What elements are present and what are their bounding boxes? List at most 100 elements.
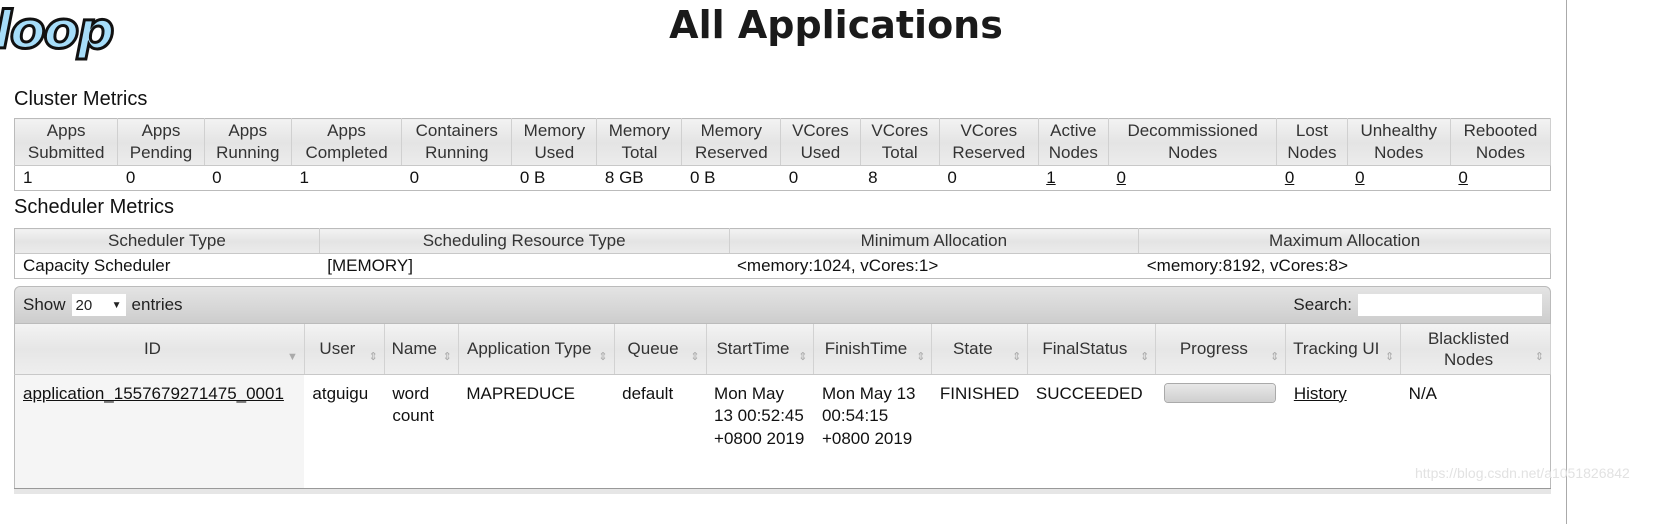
node-count-link[interactable]: 0 (1355, 168, 1364, 187)
scheduler-metric-value: [MEMORY] (319, 253, 729, 279)
entries-value: 20 (75, 296, 93, 314)
node-count-link[interactable]: 0 (1116, 168, 1125, 187)
cluster-metric-value: 0 B (511, 165, 597, 191)
column-header-sortable[interactable]: Queue ⇕ (614, 324, 707, 375)
scheduler-metric-value: <memory:1024, vCores:1> (729, 253, 1139, 279)
scheduler-metric-header: Scheduling Resource Type (319, 228, 730, 254)
sort-icon: ⇕ (1384, 350, 1395, 363)
cluster-metric-value: 0 (780, 165, 861, 191)
header-text: Name (391, 339, 438, 359)
cluster-metric-value: 8 (860, 165, 940, 191)
cluster-metrics-title: Cluster Metrics (14, 88, 148, 110)
cluster-metric-value: 0 B (681, 165, 781, 191)
cluster-metric-header: Apps Submitted (14, 118, 119, 166)
search-input[interactable] (1358, 294, 1542, 316)
cluster-metric-value: 0 (204, 165, 292, 191)
cluster-metric-value: 0 (1347, 165, 1451, 191)
cluster-metric-value: 1 (14, 165, 118, 191)
header-text: VCores (871, 121, 929, 140)
header-text: Application Type (467, 339, 592, 359)
sort-icon: ⇕ (690, 350, 700, 363)
sort-icon: ⇕ (442, 350, 452, 363)
cell-start: Mon May 13 00:52:45 +0800 2019 (714, 383, 805, 448)
header-text: Nodes (1374, 143, 1424, 162)
table-row: application_1557679271475_0001 atguigu wor… (14, 374, 1551, 492)
search-label: Search: (1293, 295, 1352, 314)
column-header-sortable[interactable]: FinalStatus ⇕ (1027, 324, 1157, 375)
column-header-sortable[interactable]: Name ⇕ (384, 324, 459, 375)
header-text: Used (534, 143, 575, 162)
cluster-metric-header: Apps Completed (291, 118, 403, 166)
cluster-metric-header: VCores Used (780, 118, 861, 166)
header-text: Total (621, 143, 658, 162)
header-text: Containers (415, 121, 498, 140)
cell-name: word count (392, 383, 434, 426)
header-text: StartTime (716, 339, 790, 359)
header-text: Apps (327, 121, 366, 140)
cell-state: FINISHED (939, 383, 1020, 403)
header-text: Lost (1295, 121, 1329, 140)
cell-type: MAPREDUCE (466, 383, 575, 403)
column-header-sortable[interactable]: Progress ⇕ (1155, 324, 1287, 375)
header-text: Apps (46, 121, 86, 140)
node-count-link[interactable]: 0 (1458, 168, 1467, 187)
header-text: VCores (960, 121, 1018, 140)
column-header-sortable[interactable]: Blacklisted Nodes ⇕ (1400, 324, 1551, 375)
show-label: Show (23, 295, 66, 314)
cluster-metric-header: VCores Total (860, 118, 940, 166)
sort-icon: ⇕ (1270, 350, 1280, 363)
cluster-metrics-table: Apps Submitted Apps Pending Apps Running Apps C… (14, 118, 1552, 191)
app-id-cell: application_1557679271475_0001 (14, 374, 305, 492)
cluster-metric-header: Apps Running (204, 118, 292, 166)
progress-bar (1163, 382, 1276, 403)
cell-final-status: SUCCEEDED (1035, 383, 1143, 403)
column-header-sortable[interactable]: Tracking UI ⇕ (1285, 324, 1402, 375)
header-text: Memory (608, 121, 671, 140)
column-header-sortable[interactable]: StartTime ⇕ (706, 324, 815, 375)
header-text: Active (1050, 121, 1097, 140)
sort-icon: ⇕ (916, 350, 926, 363)
cluster-metric-value: 1 (291, 165, 402, 191)
header-text: Queue (627, 339, 679, 359)
node-count-link[interactable]: 1 (1046, 168, 1055, 187)
column-header-sortable[interactable]: Application Type ⇕ (458, 324, 615, 375)
column-header-sortable[interactable]: FinishTime ⇕ (813, 324, 933, 375)
cell-progress (1156, 374, 1286, 492)
header-text: FinishTime (824, 339, 908, 359)
header-text: FinalStatus (1042, 339, 1128, 359)
watermark: https://blog.csdn.net/a1051826842 (1415, 465, 1630, 481)
node-count-link[interactable]: 0 (1285, 168, 1294, 187)
entries-label: entries (131, 295, 183, 314)
table-toolbar: Show 20 ▼ entries Search: (14, 286, 1551, 324)
header-text: Reserved (694, 143, 768, 162)
header-text: Reserved (952, 143, 1026, 162)
header-text: Used (800, 143, 841, 162)
table-footer-edge (14, 488, 1551, 494)
sort-desc-icon: ▼ (287, 350, 298, 363)
page-title: All Applications (669, 3, 1003, 47)
scheduler-metric-header: Minimum Allocation (729, 228, 1140, 254)
app-id-link[interactable]: application_1557679271475_0001 (23, 384, 284, 403)
header-text: Apps (228, 121, 268, 140)
column-header-sortable[interactable]: ID ▼ (14, 324, 305, 375)
column-header-sortable[interactable]: State ⇕ (931, 324, 1029, 375)
cluster-metric-header: Memory Used (511, 118, 598, 166)
sort-icon: ⇕ (1140, 350, 1150, 363)
header-text: ID (143, 339, 161, 359)
header-text: Completed (305, 143, 388, 162)
scheduler-metrics-table: Scheduler Type Scheduling Resource Type Mi… (14, 228, 1551, 279)
column-header-sortable[interactable]: User ⇕ (304, 324, 385, 375)
progress-fill (1164, 383, 1275, 402)
header-text: Rebooted (1463, 121, 1538, 140)
cluster-metric-value: 0 (117, 165, 205, 191)
cluster-metric-value: 0 (401, 165, 512, 191)
header-text: Tracking UI (1293, 339, 1380, 359)
cluster-metric-value: 0 (939, 165, 1039, 191)
scheduler-metric-value: <memory:8192, vCores:8> (1138, 253, 1551, 279)
header-text: Apps (141, 121, 181, 140)
header-text: Nodes (1475, 143, 1526, 162)
cluster-metric-header: Rebooted Nodes (1450, 118, 1552, 166)
entries-select[interactable]: 20 ▼ (71, 294, 126, 316)
dropdown-arrow-icon: ▼ (111, 299, 122, 311)
history-link[interactable]: History (1294, 384, 1347, 403)
